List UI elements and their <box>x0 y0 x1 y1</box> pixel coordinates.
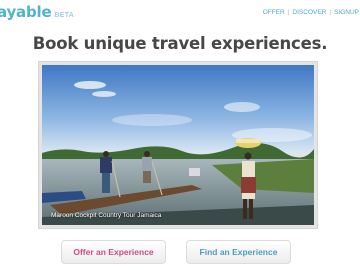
beta-badge: BETA <box>54 12 75 19</box>
page-headline: Book unique travel experiences. <box>32 34 328 53</box>
nav-separator: | <box>329 9 332 16</box>
photo-caption: Maroon Cockpit Country Tour Jamaica <box>51 212 162 219</box>
hero-photo-frame: Maroon Cockpit Country Tour Jamaica <box>38 61 318 229</box>
nav-offer-link[interactable]: OFFER <box>263 9 285 16</box>
nav-discover-link[interactable]: DISCOVER <box>292 9 326 16</box>
offer-experience-button[interactable]: Offer an Experience <box>61 240 166 264</box>
find-experience-button[interactable]: Find an Experience <box>186 240 291 264</box>
nav-separator: | <box>287 9 290 16</box>
site-logo[interactable]: ayable BETA <box>0 3 74 21</box>
top-navigation: OFFER | DISCOVER | SIGNUP <box>263 9 359 16</box>
river-scene-illustration <box>42 65 314 225</box>
hero-photo[interactable]: Maroon Cockpit Country Tour Jamaica <box>42 65 314 225</box>
nav-signup-link[interactable]: SIGNUP <box>334 9 359 16</box>
logo-wordmark: ayable <box>0 3 52 21</box>
